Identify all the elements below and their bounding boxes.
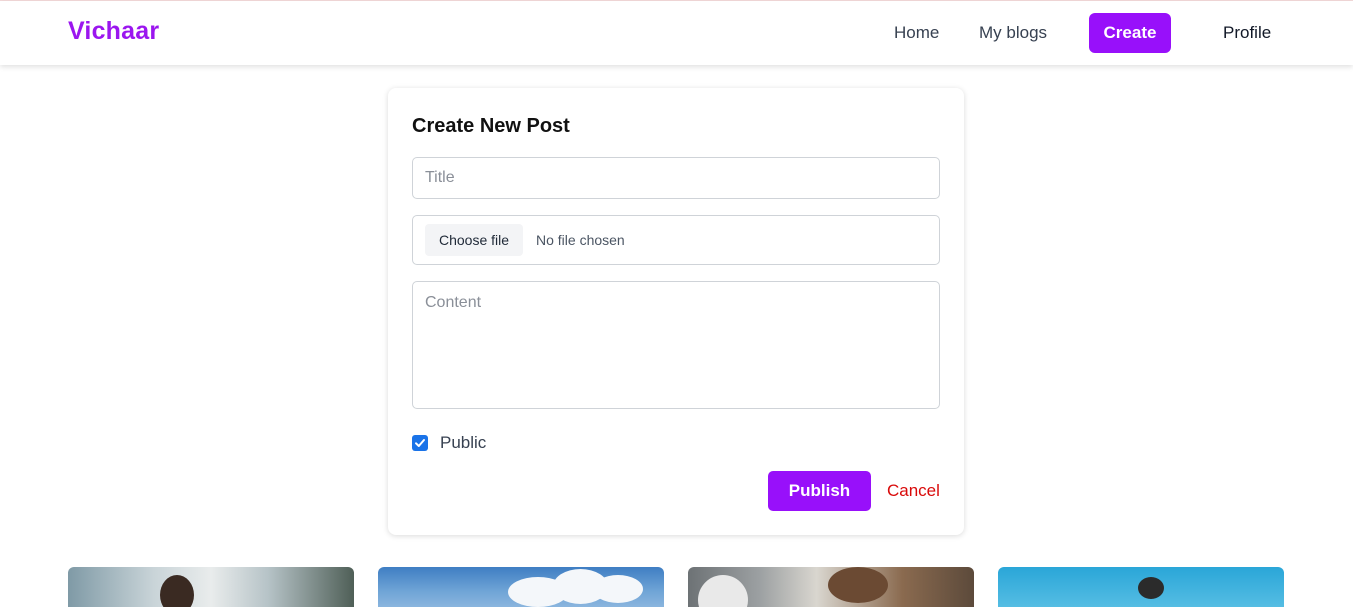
nav-profile-link[interactable]: Profile xyxy=(1223,23,1271,43)
file-status-text: No file chosen xyxy=(536,232,625,248)
content-textarea[interactable] xyxy=(412,281,940,409)
post-thumbnail[interactable] xyxy=(688,567,974,607)
cancel-button[interactable]: Cancel xyxy=(887,481,940,501)
thumbnail-helmet xyxy=(698,575,748,607)
navbar: Vichaar Home My blogs Create Profile xyxy=(0,1,1353,65)
create-post-card: Create New Post Choose file No file chos… xyxy=(388,88,964,535)
file-upload-field[interactable]: Choose file No file chosen xyxy=(412,215,940,265)
post-thumbnail[interactable] xyxy=(998,567,1284,607)
thumbnail-cloud xyxy=(593,575,643,603)
checkmark-icon xyxy=(415,439,425,447)
post-thumbnail[interactable] xyxy=(68,567,354,607)
nav-create-button[interactable]: Create xyxy=(1089,13,1171,53)
page-title: Create New Post xyxy=(412,115,570,137)
public-label[interactable]: Public xyxy=(440,433,486,453)
thumbnail-figure xyxy=(160,575,194,607)
thumbnail-figure xyxy=(1138,577,1164,599)
public-checkbox[interactable] xyxy=(412,435,428,451)
publish-button[interactable]: Publish xyxy=(768,471,871,511)
nav-my-blogs-link[interactable]: My blogs xyxy=(979,23,1047,43)
title-input[interactable] xyxy=(412,157,940,199)
post-thumbnail[interactable] xyxy=(378,567,664,607)
choose-file-button[interactable]: Choose file xyxy=(425,224,523,256)
nav-home-link[interactable]: Home xyxy=(894,23,939,43)
brand-logo[interactable]: Vichaar xyxy=(68,17,159,46)
